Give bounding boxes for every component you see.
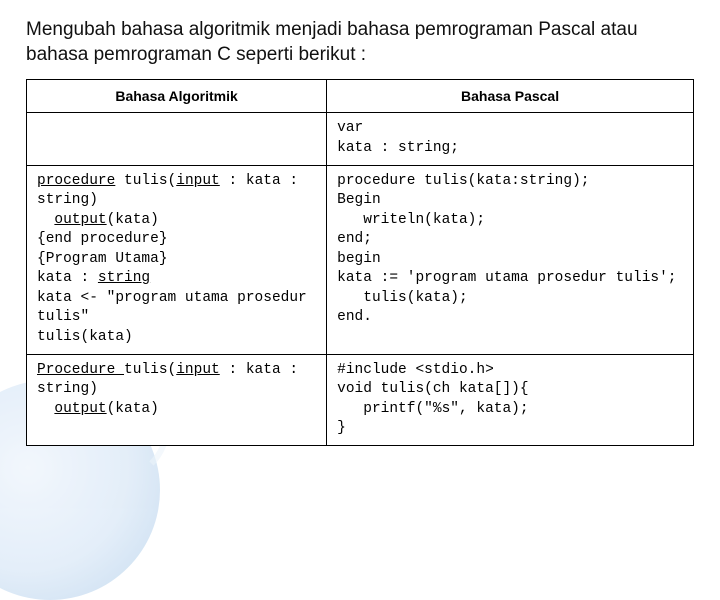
table-row: procedure tulis(input : kata : string) o… xyxy=(27,165,694,354)
kw-string: string xyxy=(98,270,150,286)
kw-input: input xyxy=(176,362,220,378)
text: (kata) xyxy=(107,401,159,417)
text: tulis( xyxy=(115,173,176,189)
text: (kata) xyxy=(107,212,159,228)
kw-procedure: Procedure xyxy=(37,362,124,378)
cell-alg-1: procedure tulis(input : kata : string) o… xyxy=(27,165,327,354)
text: kata <- "program utama prosedur tulis" xyxy=(37,290,315,326)
cell-c-2: #include <stdio.h> void tulis(ch kata[])… xyxy=(327,354,694,445)
slide: Mengubah bahasa algoritmik menjadi bahas… xyxy=(0,0,720,456)
table-row: var kata : string; xyxy=(27,113,694,165)
table-row: Procedure tulis(input : kata : string) o… xyxy=(27,354,694,445)
text: tulis( xyxy=(124,362,176,378)
text: tulis(kata) xyxy=(37,329,133,345)
comparison-table: Bahasa Algoritmik Bahasa Pascal var kata… xyxy=(26,79,694,445)
page-title: Mengubah bahasa algoritmik menjadi bahas… xyxy=(26,18,694,67)
cell-pas-0: var kata : string; xyxy=(327,113,694,165)
col-header-algoritmik: Bahasa Algoritmik xyxy=(27,80,327,113)
kw-output: output xyxy=(54,401,106,417)
text: {Program Utama} xyxy=(37,251,168,267)
text: {end procedure} xyxy=(37,231,168,247)
kw-procedure: procedure xyxy=(37,173,115,189)
kw-input: input xyxy=(176,173,220,189)
cell-alg-2: Procedure tulis(input : kata : string) o… xyxy=(27,354,327,445)
table-header-row: Bahasa Algoritmik Bahasa Pascal xyxy=(27,80,694,113)
cell-alg-0 xyxy=(27,113,327,165)
kw-output: output xyxy=(54,212,106,228)
text: kata : xyxy=(37,270,98,286)
col-header-pascal: Bahasa Pascal xyxy=(327,80,694,113)
cell-pas-1: procedure tulis(kata:string); Begin writ… xyxy=(327,165,694,354)
